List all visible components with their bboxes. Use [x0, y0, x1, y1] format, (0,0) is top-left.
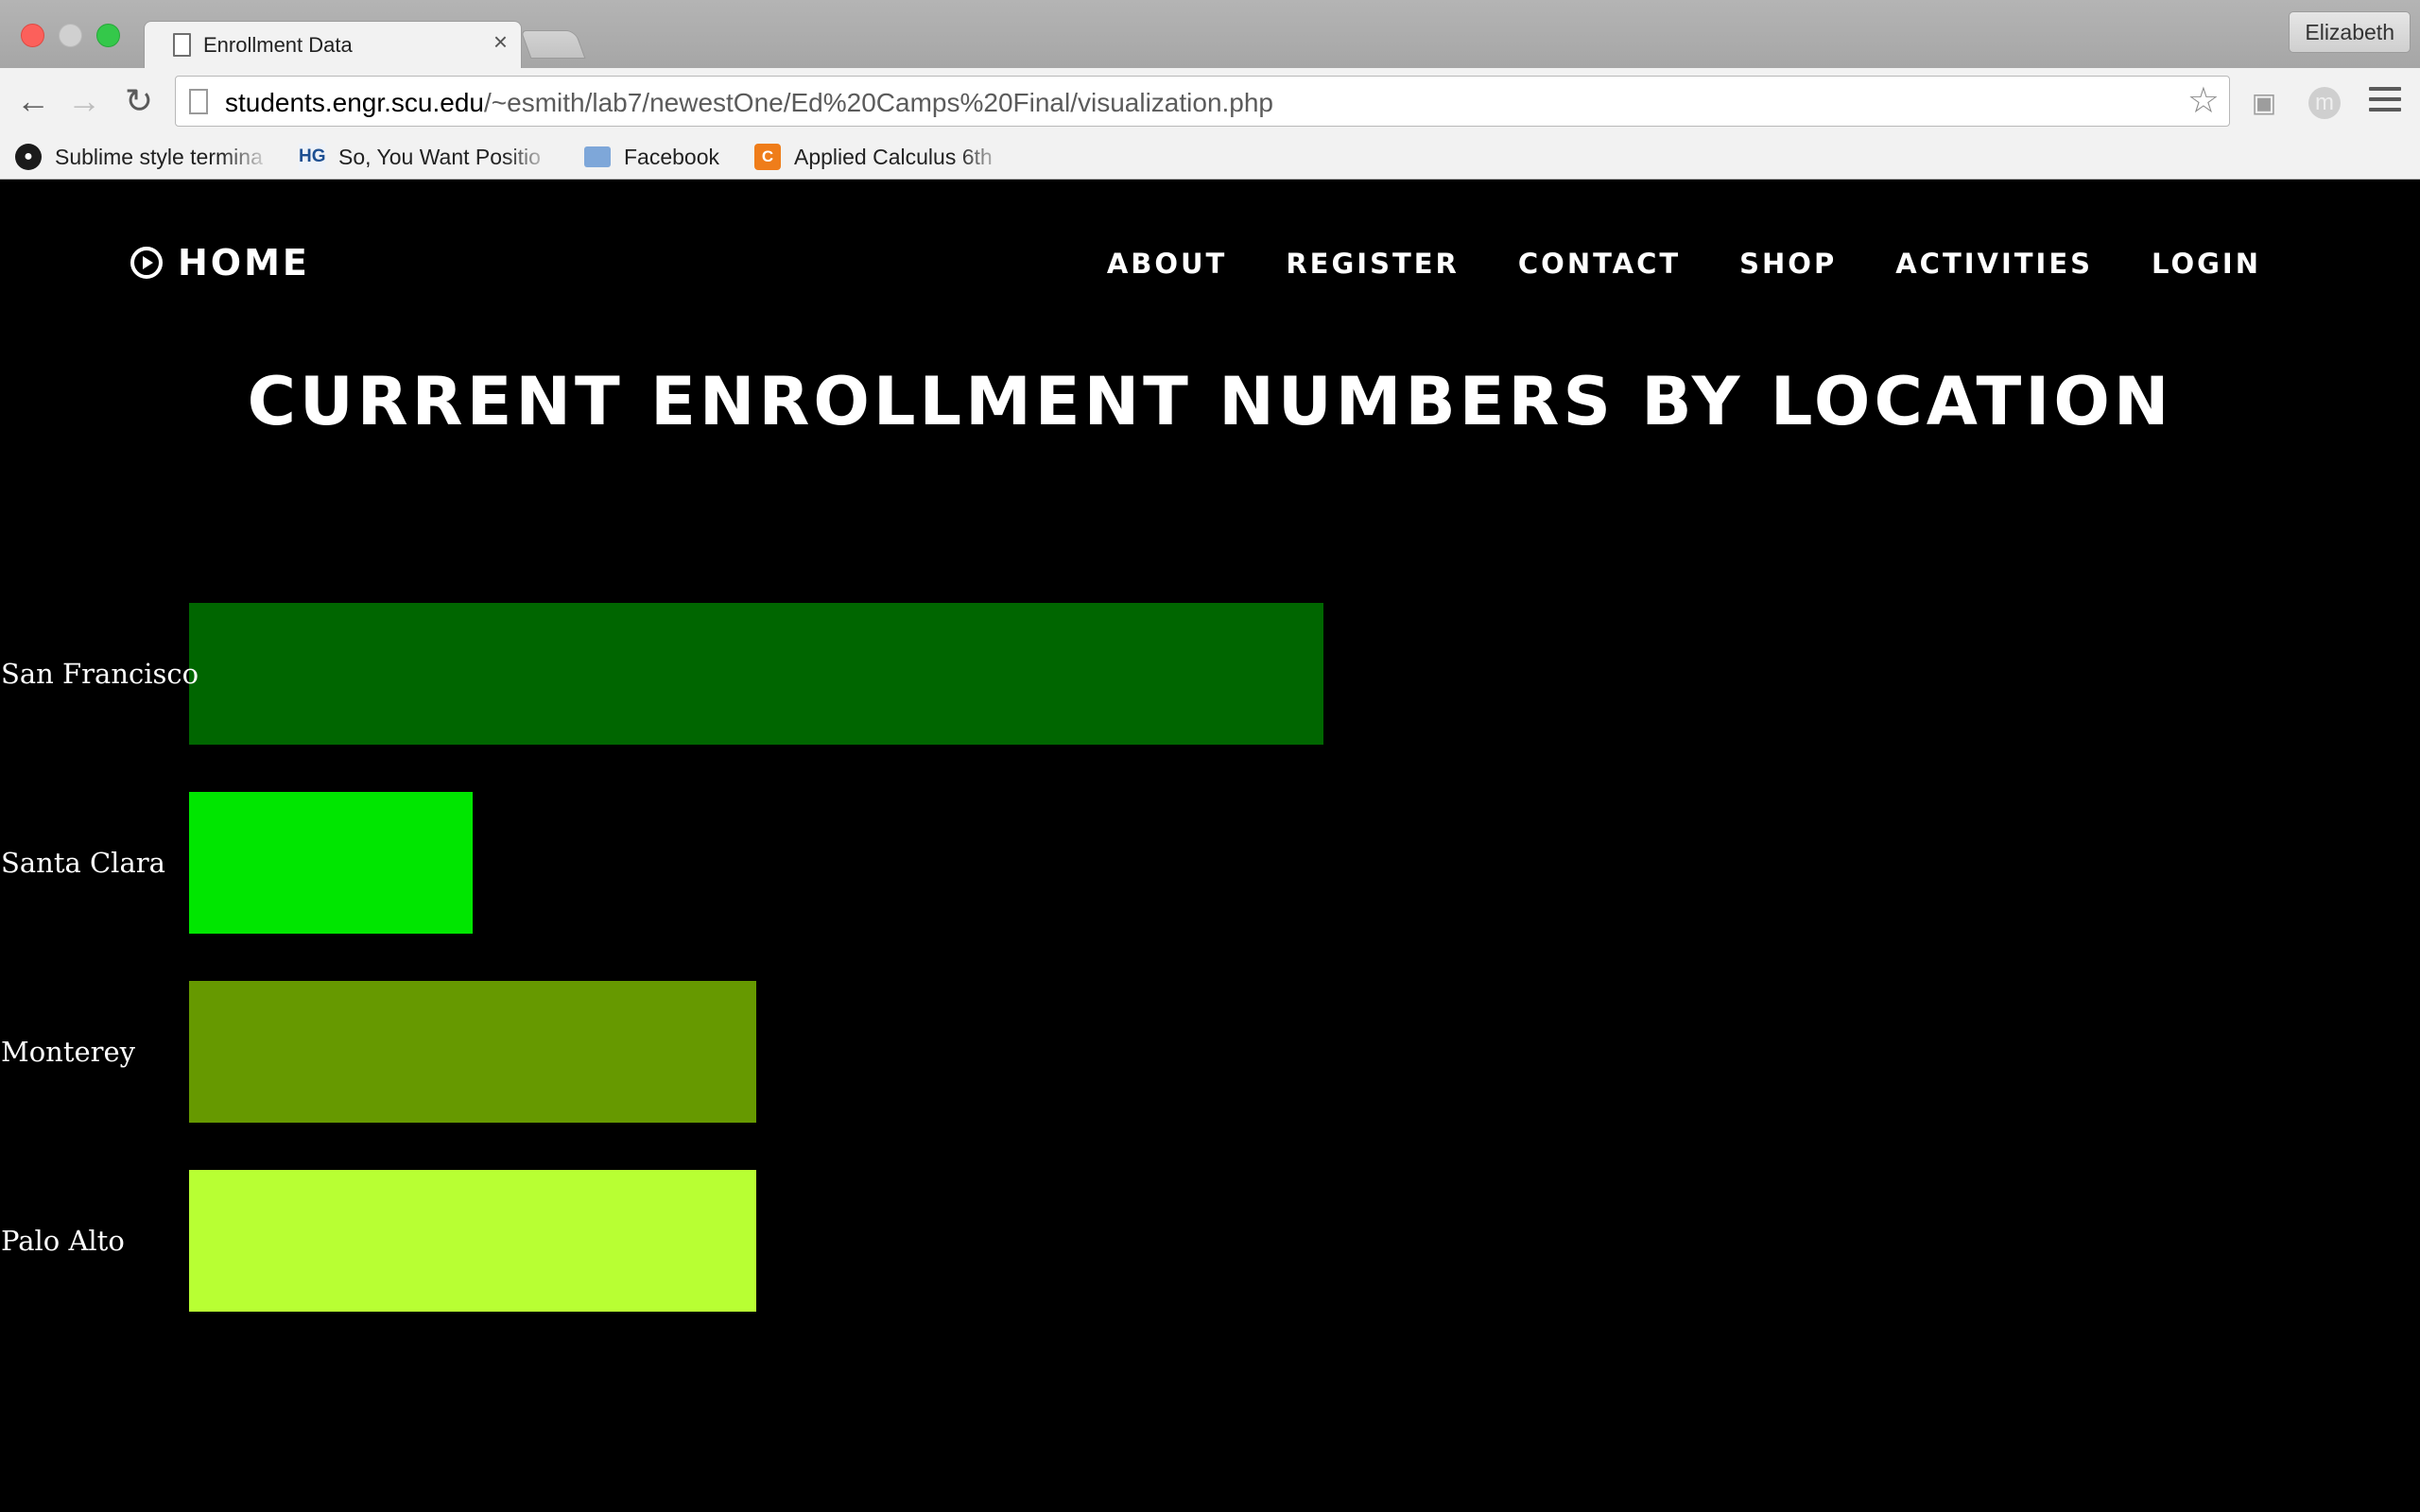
extension-icon[interactable]: ▣: [2248, 87, 2280, 119]
browser-toolbar: ← → ↻ students.engr.scu.edu/~esmith/lab7…: [0, 68, 2420, 134]
address-bar[interactable]: students.engr.scu.edu/~esmith/lab7/newes…: [175, 76, 2230, 127]
bookmark-star-icon[interactable]: ☆: [2187, 82, 2220, 120]
extension-m-icon[interactable]: m: [2308, 87, 2341, 119]
bar-monterey: [189, 981, 756, 1123]
new-tab-button[interactable]: [520, 30, 586, 59]
page-icon: [189, 89, 208, 114]
zoom-window-button[interactable]: [96, 24, 120, 47]
back-arrow-icon[interactable]: ←: [13, 81, 53, 121]
document-icon: [173, 33, 191, 57]
bookmark-item[interactable]: HG So, You Want Positio: [299, 140, 556, 174]
browser-chrome: Enrollment Data × Elizabeth ← → ↻ studen…: [0, 0, 2420, 180]
close-window-button[interactable]: [21, 24, 44, 47]
profile-button[interactable]: Elizabeth: [2289, 11, 2411, 53]
url-text[interactable]: students.engr.scu.edu/~esmith/lab7/newes…: [225, 88, 1273, 118]
browser-tab[interactable]: Enrollment Data ×: [144, 21, 522, 70]
forward-arrow-icon[interactable]: →: [64, 81, 104, 121]
bookmark-label: Applied Calculus 6th: [794, 144, 993, 169]
bookmark-label: Sublime style termina: [55, 144, 263, 169]
url-host: students.engr.scu.edu: [225, 88, 484, 117]
tab-close-icon[interactable]: ×: [493, 29, 508, 54]
bookmark-item[interactable]: Facebook: [584, 140, 735, 174]
bookmark-item[interactable]: ● Sublime style termina: [15, 140, 272, 174]
tab-title: Enrollment Data: [203, 33, 353, 57]
bookmark-label: So, You Want Positio: [338, 144, 541, 169]
folder-icon: [584, 146, 611, 167]
bar-san-francisco: [189, 603, 1323, 745]
bar-label-palo-alto: Palo Alto: [1, 1225, 125, 1257]
title-bar: Enrollment Data × Elizabeth: [0, 0, 2420, 70]
bar-santa-clara: [189, 792, 473, 934]
bookmark-label: Facebook: [624, 144, 720, 169]
bar-label-san-francisco: San Francisco: [1, 658, 199, 690]
hg-icon: HG: [299, 144, 326, 170]
bar-label-santa-clara: Santa Clara: [1, 847, 165, 879]
bookmark-item[interactable]: C Applied Calculus 6th: [754, 140, 1010, 174]
github-icon: ●: [15, 144, 42, 170]
page-content: HOME ABOUT REGISTER CONTACT SHOP ACTIVIT…: [0, 180, 2420, 1512]
hamburger-menu-icon[interactable]: [2369, 87, 2401, 115]
reload-icon[interactable]: ↻: [119, 81, 159, 121]
url-path: /~esmith/lab7/newestOne/Ed%20Camps%20Fin…: [483, 88, 1274, 117]
bookmarks-bar: ● Sublime style termina HG So, You Want …: [0, 134, 2420, 180]
minimize-window-button[interactable]: [59, 24, 82, 47]
bar-label-monterey: Monterey: [1, 1036, 136, 1068]
bar-palo-alto: [189, 1170, 756, 1312]
enrollment-bar-chart: San Francisco Santa Clara Monterey Palo Alt…: [1, 603, 1323, 1312]
chegg-icon: C: [754, 144, 781, 170]
